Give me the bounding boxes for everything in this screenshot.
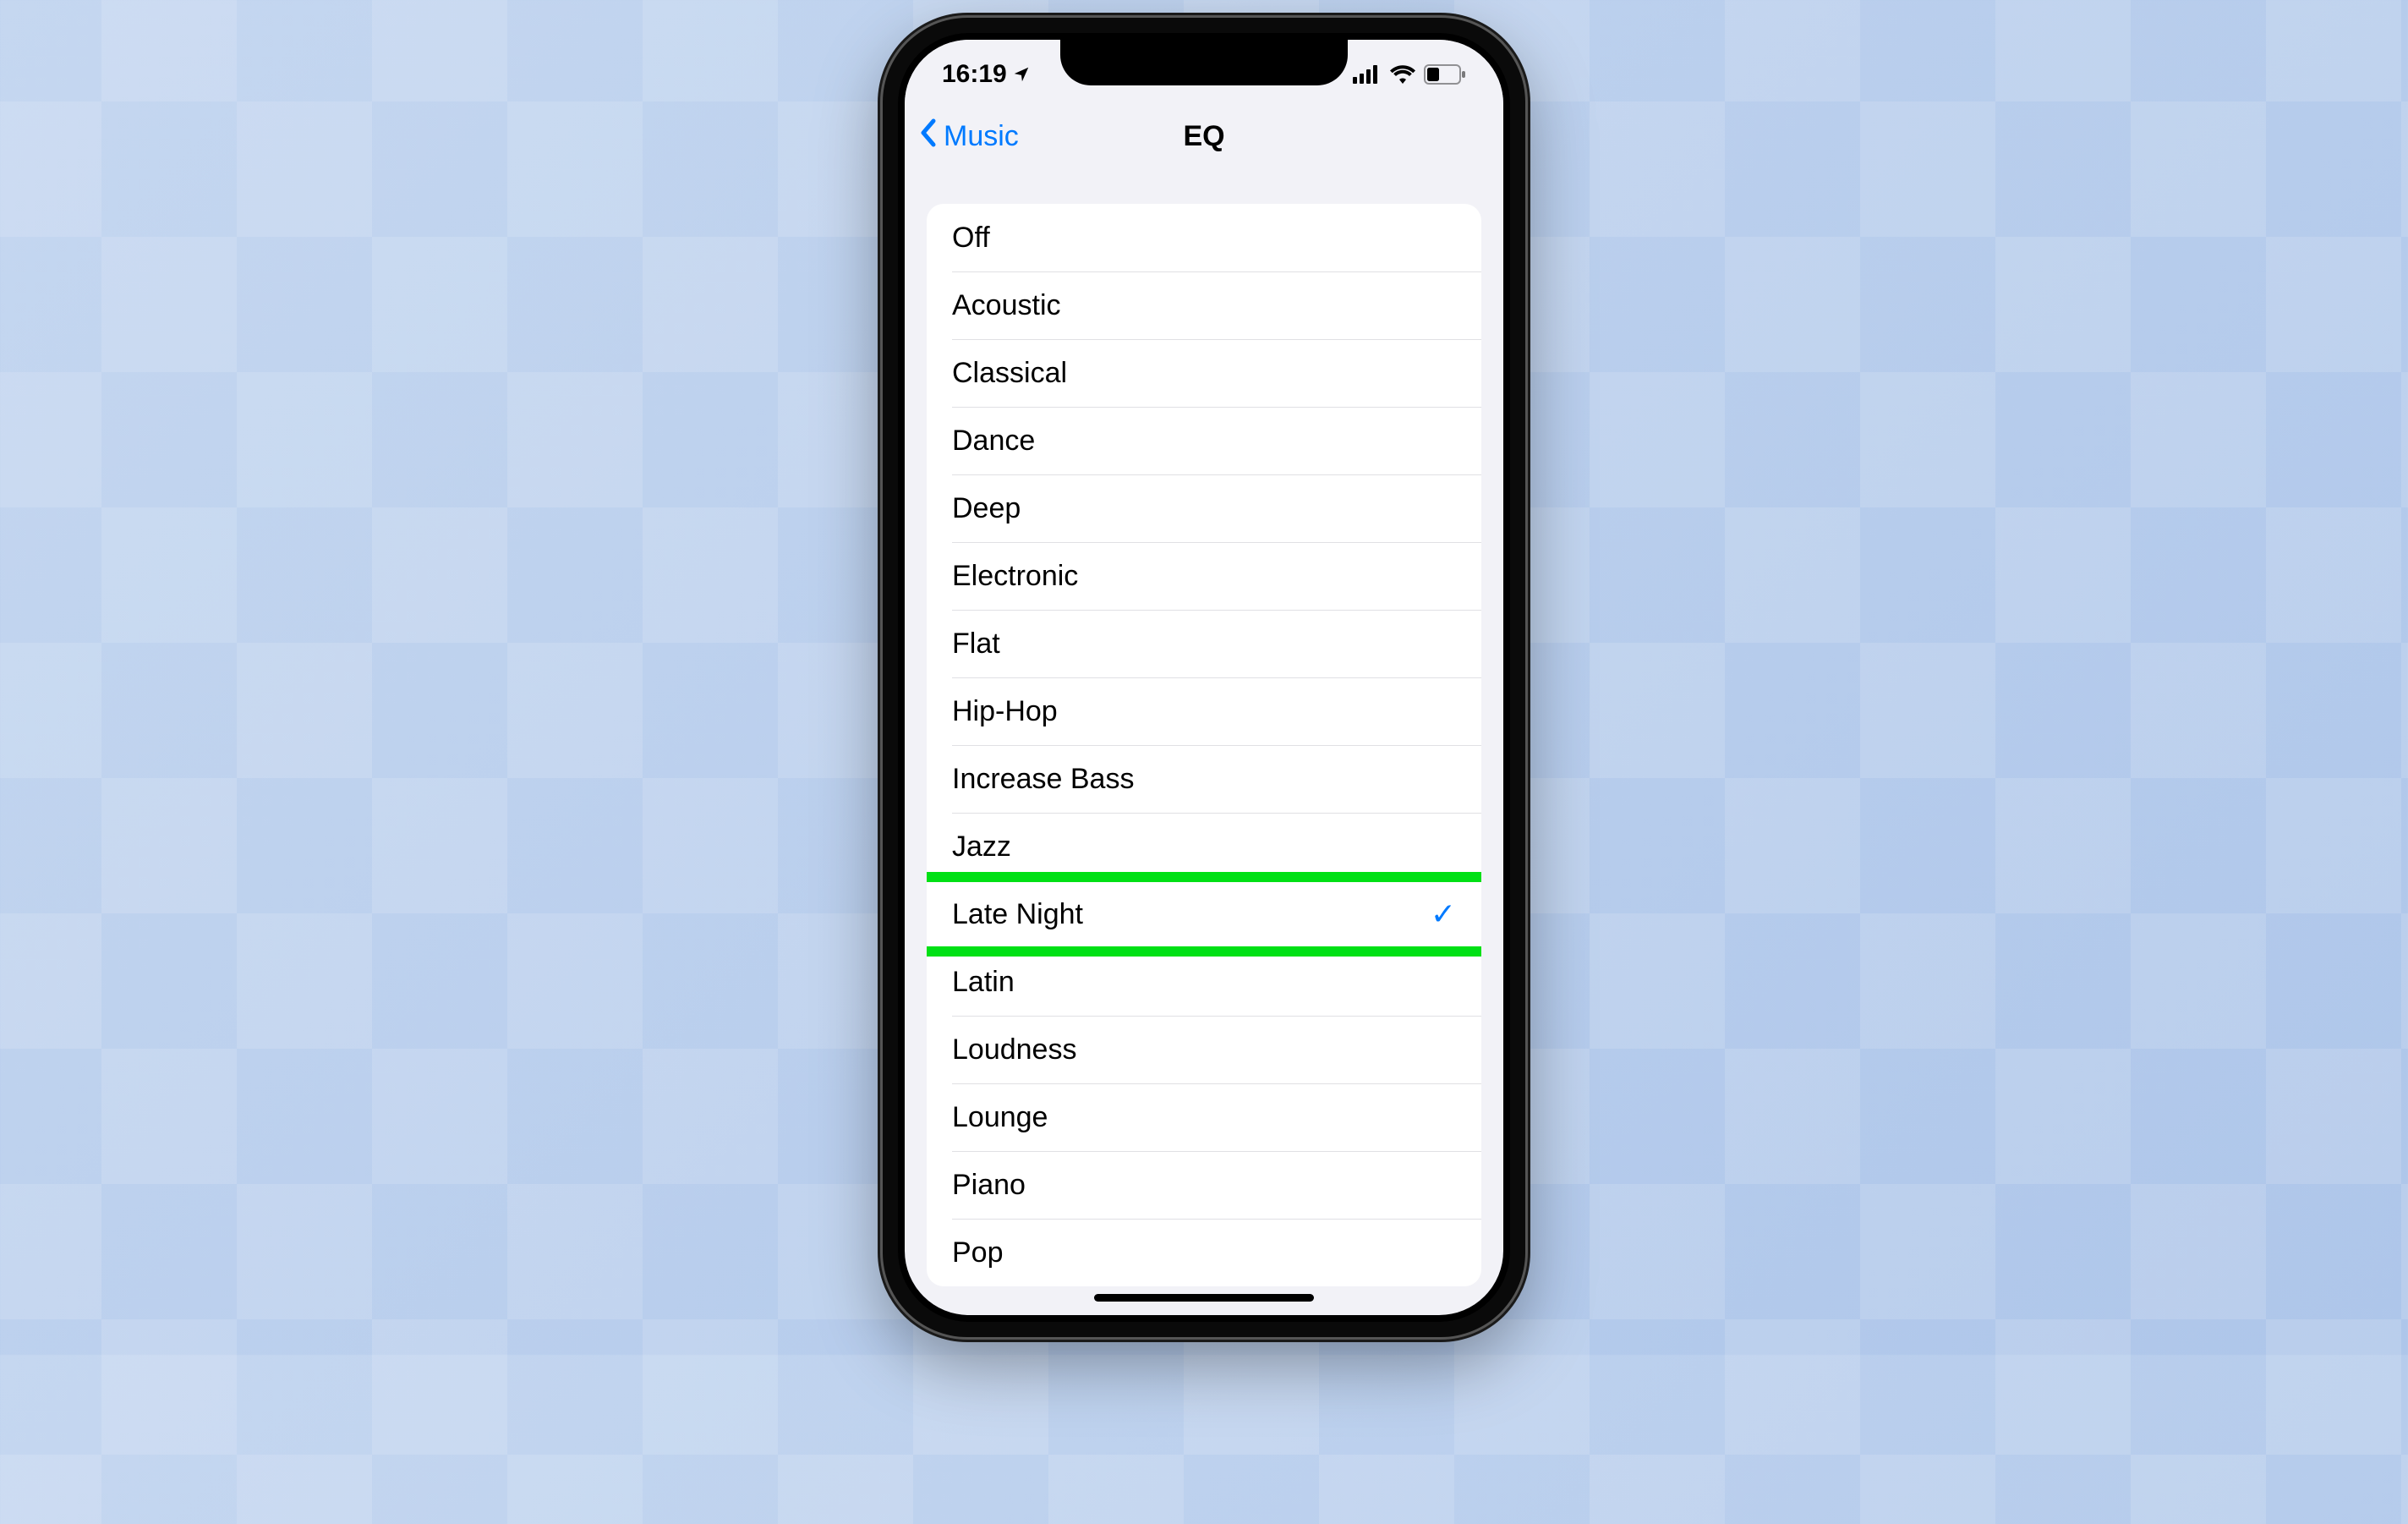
eq-option-deep[interactable]: Deep [927, 474, 1481, 542]
nav-bar: Music EQ [905, 101, 1503, 173]
back-button[interactable]: Music [918, 118, 1019, 156]
eq-option-label: Late Night [952, 898, 1083, 931]
eq-option-label: Classical [952, 357, 1067, 390]
content-scroll[interactable]: Off Acoustic Classical Dance Deep [905, 173, 1503, 1315]
eq-option-flat[interactable]: Flat [927, 610, 1481, 677]
location-icon [1012, 65, 1031, 84]
eq-option-label: Electronic [952, 560, 1078, 593]
status-right [1353, 64, 1466, 85]
eq-option-off[interactable]: Off [927, 204, 1481, 271]
eq-option-pop[interactable]: Pop [927, 1219, 1481, 1286]
eq-option-label: Pop [952, 1236, 1004, 1269]
cell-signal-icon [1353, 65, 1382, 84]
eq-option-label: Dance [952, 425, 1035, 458]
wifi-icon [1390, 65, 1415, 84]
eq-option-lounge[interactable]: Lounge [927, 1083, 1481, 1151]
eq-option-latin[interactable]: Latin [927, 948, 1481, 1016]
phone-screen: 16:19 [905, 40, 1503, 1315]
eq-option-label: Hip-Hop [952, 695, 1058, 728]
eq-option-electronic[interactable]: Electronic [927, 542, 1481, 610]
eq-option-label: Acoustic [952, 289, 1061, 322]
eq-option-label: Lounge [952, 1101, 1048, 1134]
eq-option-increase-bass[interactable]: Increase Bass [927, 745, 1481, 813]
battery-icon [1424, 64, 1466, 85]
checkmark-icon: ✓ [1431, 896, 1456, 932]
eq-option-hip-hop[interactable]: Hip-Hop [927, 677, 1481, 745]
eq-option-late-night[interactable]: Late Night ✓ [927, 880, 1481, 948]
eq-option-label: Piano [952, 1169, 1026, 1202]
eq-option-dance[interactable]: Dance [927, 407, 1481, 474]
chevron-left-icon [918, 118, 939, 156]
eq-option-loudness[interactable]: Loudness [927, 1016, 1481, 1083]
notch [1060, 40, 1348, 85]
eq-option-label: Jazz [952, 831, 1011, 863]
eq-option-piano[interactable]: Piano [927, 1151, 1481, 1219]
eq-option-acoustic[interactable]: Acoustic [927, 271, 1481, 339]
eq-option-label: Increase Bass [952, 763, 1134, 796]
back-label: Music [944, 120, 1019, 153]
eq-option-jazz[interactable]: Jazz [927, 813, 1481, 880]
status-time: 16:19 [942, 60, 1007, 89]
status-left: 16:19 [942, 60, 1031, 89]
eq-option-label: Flat [952, 628, 1000, 661]
phone-device-frame: 16:19 [883, 18, 1525, 1337]
eq-option-label: Deep [952, 492, 1021, 525]
phone-inner-frame: 16:19 [898, 33, 1510, 1322]
eq-option-classical[interactable]: Classical [927, 339, 1481, 407]
eq-options-list: Off Acoustic Classical Dance Deep [927, 204, 1481, 1286]
home-indicator[interactable] [1094, 1294, 1314, 1302]
eq-option-label: Latin [952, 966, 1015, 999]
eq-option-label: Off [952, 222, 990, 255]
eq-option-label: Loudness [952, 1033, 1076, 1066]
